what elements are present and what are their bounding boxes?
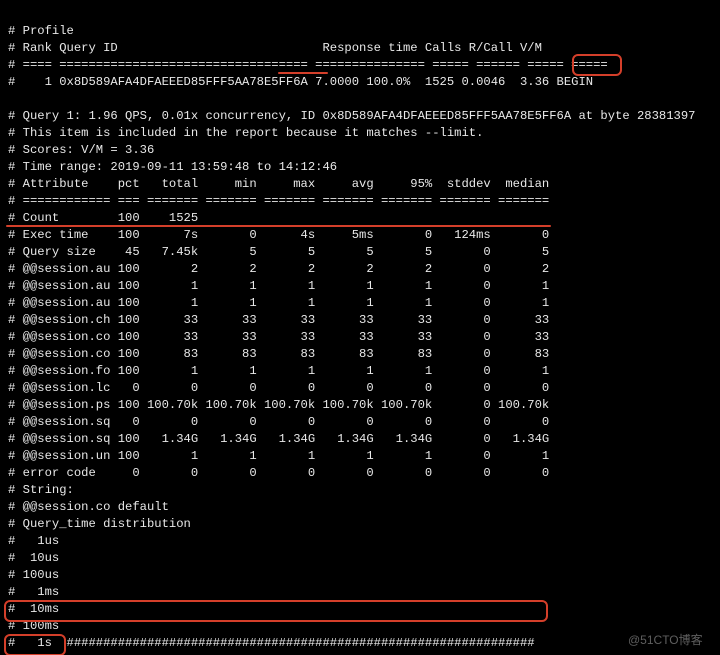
row-session-ps: # @@session.ps 100 100.70k 100.70k 100.7…	[8, 398, 549, 412]
row-session-ch: # @@session.ch 100 33 33 33 33 33 0 33	[8, 313, 549, 327]
row-error-code: # error code 0 0 0 0 0 0 0 0	[8, 466, 549, 480]
row-exec-time: # Exec time 100 7s 0 4s 5ms 0 124ms 0	[8, 228, 549, 242]
session-default: # @@session.co default	[8, 500, 169, 514]
watermark: @51CTO博客	[628, 632, 703, 649]
dist-100us: # 100us	[8, 568, 59, 582]
row-session-un: # @@session.un 100 1 1 1 1 1 0 1	[8, 449, 549, 463]
row-session-au-2: # @@session.au 100 1 1 1 1 1 0 1	[8, 279, 549, 293]
row-session-au-1: # @@session.au 100 2 2 2 2 2 0 2	[8, 262, 549, 276]
row-session-lc: # @@session.lc 0 0 0 0 0 0 0 0	[8, 381, 549, 395]
row-session-co-1: # @@session.co 100 33 33 33 33 33 0 33	[8, 330, 549, 344]
rank-row: # 1 0x8D589AFA4DFAEEED85FFF5AA78E5FF6A 7…	[8, 75, 593, 89]
terminal-output: # Profile # Rank Query ID Response time …	[0, 0, 720, 655]
item-reason: # This item is included in the report be…	[8, 126, 483, 140]
highlight-1s-bar	[4, 600, 548, 622]
string-header: # String:	[8, 483, 74, 497]
highlight-exec-time-row	[6, 225, 551, 227]
scores: # Scores: V/M = 3.36	[8, 143, 154, 157]
query-summary: # Query 1: 1.96 QPS, 0.01x concurrency, …	[8, 109, 696, 123]
row-session-co-2: # @@session.co 100 83 83 83 83 83 0 83	[8, 347, 549, 361]
rank-header: # Rank Query ID Response time Calls R/Ca…	[8, 41, 542, 55]
row-session-fo: # @@session.fo 100 1 1 1 1 1 0 1	[8, 364, 549, 378]
row-session-sq-1: # @@session.sq 0 0 0 0 0 0 0 0	[8, 415, 549, 429]
dist-1s: # 1s ###################################…	[8, 636, 535, 650]
time-range: # Time range: 2019-09-11 13:59:48 to 14:…	[8, 160, 337, 174]
dist-1ms: # 1ms	[8, 585, 59, 599]
attr-header: # Attribute pct total min max avg 95% st…	[8, 177, 549, 191]
qt-dist-header: # Query_time distribution	[8, 517, 191, 531]
attr-divider: # ============ === ======= ======= =====…	[8, 194, 549, 208]
dist-10ms: # 10ms	[8, 602, 59, 616]
row-session-au-3: # @@session.au 100 1 1 1 1 1 0 1	[8, 296, 549, 310]
row-count: # Count 100 1525	[8, 211, 198, 225]
row-session-sq-2: # @@session.sq 100 1.34G 1.34G 1.34G 1.3…	[8, 432, 549, 446]
dist-10us: # 10us	[8, 551, 59, 565]
dist-1us: # 1us	[8, 534, 59, 548]
dist-100ms: # 100ms	[8, 619, 59, 633]
rank-divider: # ==== =================================…	[8, 58, 608, 72]
highlight-response-time	[278, 72, 328, 74]
profile-header: # Profile	[8, 24, 74, 38]
row-query-size: # Query size 45 7.45k 5 5 5 5 0 5	[8, 245, 549, 259]
